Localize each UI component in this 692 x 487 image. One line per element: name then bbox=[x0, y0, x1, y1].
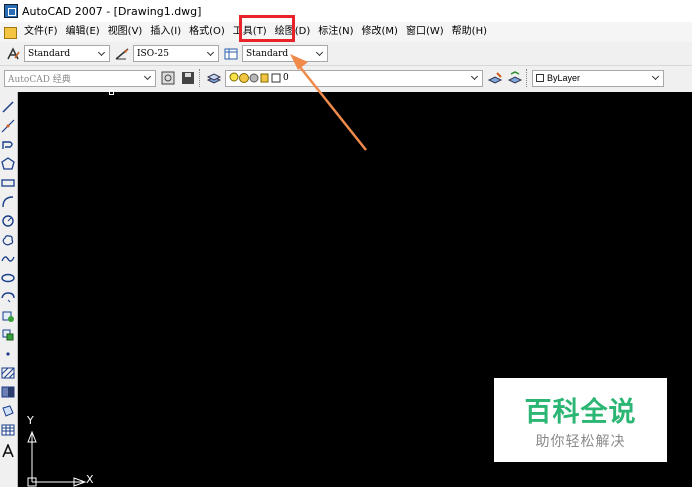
title-bar: AutoCAD 2007 - [Drawing1.dwg] bbox=[0, 0, 692, 22]
menu-modify[interactable]: 修改(M) bbox=[358, 23, 402, 41]
construction-line-icon[interactable] bbox=[1, 119, 15, 133]
circle-icon[interactable] bbox=[1, 214, 15, 228]
hatch-icon[interactable] bbox=[1, 366, 15, 380]
make-block-icon[interactable] bbox=[1, 328, 15, 342]
workspace-settings-icon[interactable] bbox=[159, 69, 177, 87]
save-workspace-icon[interactable] bbox=[179, 69, 197, 87]
menu-edit[interactable]: 编辑(E) bbox=[62, 23, 104, 41]
region-icon[interactable] bbox=[1, 404, 15, 418]
gradient-icon[interactable] bbox=[1, 385, 15, 399]
ellipse-icon[interactable] bbox=[1, 271, 15, 285]
layer-state-icons bbox=[229, 72, 281, 83]
color-swatch-icon bbox=[536, 74, 544, 82]
text-style-select[interactable]: Standard bbox=[24, 45, 110, 62]
dim-style-value: ISO-25 bbox=[137, 48, 169, 59]
menu-help[interactable]: 帮助(H) bbox=[448, 23, 491, 41]
menu-insert[interactable]: 插入(I) bbox=[146, 23, 185, 41]
insert-block-icon[interactable] bbox=[1, 309, 15, 323]
text-style-icon[interactable] bbox=[4, 45, 22, 63]
ucs-icon bbox=[27, 430, 87, 487]
make-object-layer-current-icon[interactable] bbox=[486, 69, 504, 87]
workspace-select[interactable]: AutoCAD 经典 bbox=[4, 69, 156, 87]
chevron-down-icon bbox=[144, 74, 152, 82]
table-style-icon[interactable] bbox=[222, 45, 240, 63]
menu-file[interactable]: 文件(F) bbox=[20, 23, 62, 41]
color-select[interactable]: ByLayer bbox=[532, 69, 664, 87]
chevron-down-icon bbox=[652, 74, 660, 82]
layer-properties-icon[interactable] bbox=[205, 69, 223, 87]
ellipse-arc-icon[interactable] bbox=[1, 290, 15, 304]
chevron-down-icon bbox=[471, 74, 479, 82]
polygon-icon[interactable] bbox=[1, 157, 15, 171]
window-title: AutoCAD 2007 - [Drawing1.dwg] bbox=[22, 4, 202, 18]
dim-style-select[interactable]: ISO-25 bbox=[133, 45, 219, 62]
cursor-pickbox bbox=[109, 90, 114, 95]
point-icon[interactable] bbox=[1, 347, 15, 361]
menu-bar: 文件(F) 编辑(E) 视图(V) 插入(I) 格式(O) 工具(T) 绘图(D… bbox=[0, 22, 692, 42]
watermark-logo: 百科全说 助你轻松解决 bbox=[494, 378, 667, 462]
menu-dimension[interactable]: 标注(N) bbox=[314, 23, 357, 41]
autocad-app-icon[interactable] bbox=[4, 4, 18, 18]
menu-view[interactable]: 视图(V) bbox=[104, 23, 147, 41]
multiline-text-icon[interactable] bbox=[1, 444, 15, 458]
ucs-y-label: Y bbox=[27, 414, 34, 427]
toolbar-grip[interactable] bbox=[199, 69, 202, 87]
chevron-down-icon bbox=[98, 50, 106, 58]
chevron-down-icon bbox=[207, 50, 215, 58]
color-state: ByLayer bbox=[536, 73, 580, 83]
tools-menu-highlight-box bbox=[239, 15, 295, 42]
dim-style-icon[interactable] bbox=[113, 45, 131, 63]
ucs-x-label: X bbox=[86, 473, 94, 486]
watermark-title: 百科全说 bbox=[524, 396, 637, 428]
toolbar-grip[interactable] bbox=[526, 69, 529, 87]
document-icon[interactable] bbox=[3, 25, 17, 39]
line-icon[interactable] bbox=[1, 100, 15, 114]
table-icon[interactable] bbox=[1, 423, 15, 437]
layer-previous-icon[interactable] bbox=[506, 69, 524, 87]
spline-icon[interactable] bbox=[1, 252, 15, 266]
revision-cloud-icon[interactable] bbox=[1, 233, 15, 247]
menu-window[interactable]: 窗口(W) bbox=[402, 23, 448, 41]
color-value: ByLayer bbox=[547, 73, 581, 83]
polyline-icon[interactable] bbox=[1, 138, 15, 152]
menu-format[interactable]: 格式(O) bbox=[185, 23, 229, 41]
workspace-value: AutoCAD 经典 bbox=[8, 74, 71, 85]
rectangle-icon[interactable] bbox=[1, 176, 15, 190]
arc-icon[interactable] bbox=[1, 195, 15, 209]
annotation-arrow-icon bbox=[290, 54, 367, 151]
draw-toolbar bbox=[0, 92, 18, 487]
watermark-subtitle: 助你轻松解决 bbox=[535, 433, 626, 450]
text-style-value: Standard bbox=[28, 48, 71, 59]
